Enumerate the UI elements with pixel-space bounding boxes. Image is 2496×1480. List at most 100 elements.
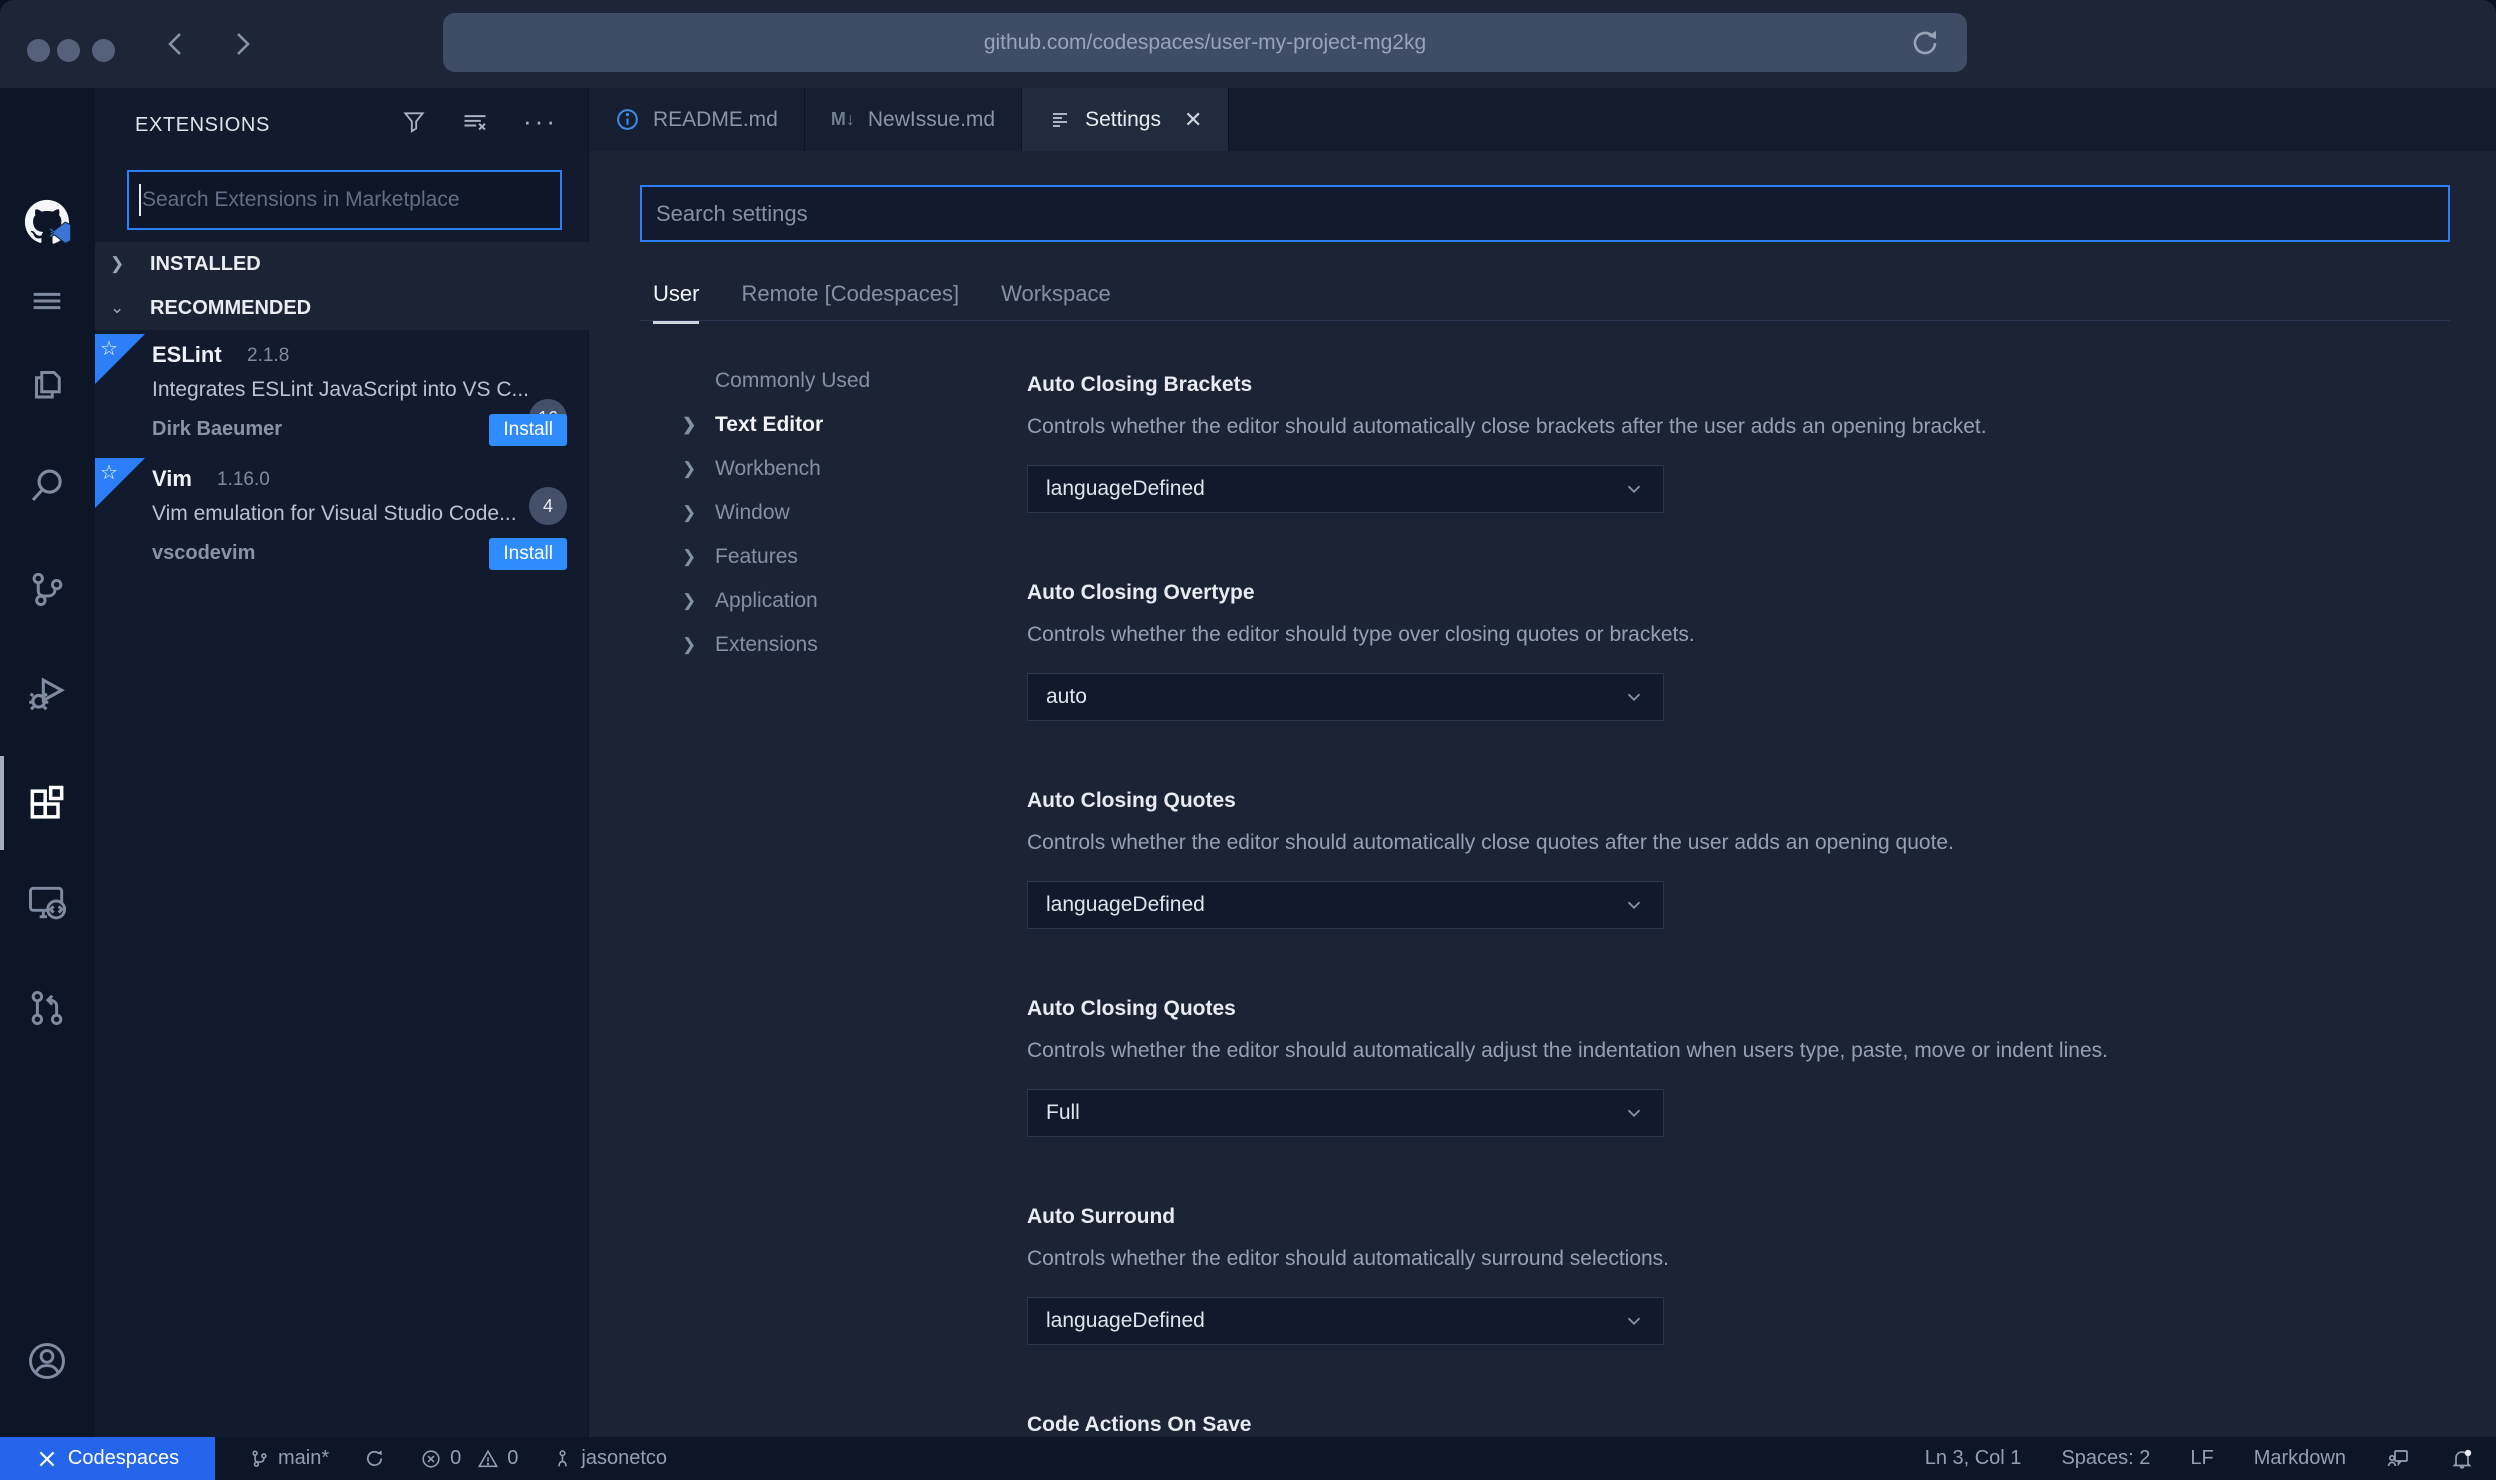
- run-debug-icon[interactable]: [23, 669, 71, 717]
- back-arrow[interactable]: [162, 30, 190, 58]
- text-caret: [139, 184, 141, 216]
- more-actions-icon[interactable]: ···: [523, 106, 558, 137]
- dropdown-value: languageDefined: [1046, 1309, 1205, 1332]
- window-zoom-button[interactable]: [92, 39, 115, 62]
- install-button[interactable]: Install: [489, 538, 567, 570]
- tab-label: NewIssue.md: [867, 107, 996, 131]
- codespaces-status-button[interactable]: Codespaces: [0, 1437, 215, 1480]
- scope-tab-remote[interactable]: Remote [Codespaces]: [741, 281, 959, 324]
- editor-tab-bar: README.md M↓ NewIssue.md Settings ✕: [589, 88, 2496, 151]
- setting-value-dropdown[interactable]: languageDefined: [1027, 1297, 1664, 1345]
- indentation[interactable]: Spaces: 2: [2061, 1447, 2150, 1470]
- extension-item-vim[interactable]: ☆ Vim 1.16.0 Vim emulation for Visual St…: [95, 458, 589, 580]
- codespaces-remote-icon: [39, 1451, 55, 1466]
- sidebar-title: EXTENSIONS: [135, 114, 270, 136]
- account-icon[interactable]: [23, 1337, 71, 1385]
- setting-value-dropdown[interactable]: auto: [1027, 673, 1664, 721]
- setting-entry: Code Actions On Save: [1027, 1409, 2487, 1437]
- extensions-icon[interactable]: [23, 780, 71, 828]
- chevron-right-icon: ❯: [110, 254, 125, 273]
- extension-author: vscodevim: [152, 542, 256, 564]
- feedback-icon[interactable]: [2386, 1447, 2410, 1471]
- chevron-down-icon: [1627, 901, 1641, 910]
- close-icon[interactable]: ✕: [1184, 107, 1202, 133]
- language-mode[interactable]: Markdown: [2254, 1447, 2346, 1470]
- eol-sequence[interactable]: LF: [2190, 1447, 2213, 1470]
- activity-bar: [0, 88, 95, 1480]
- forward-arrow[interactable]: [228, 30, 256, 58]
- clear-list-icon[interactable]: [461, 108, 489, 136]
- markdown-icon: M↓: [830, 109, 855, 129]
- scope-tab-user[interactable]: User: [653, 281, 700, 324]
- extension-name: ESLint: [152, 342, 222, 367]
- star-icon: ☆: [100, 338, 118, 360]
- setting-description: Controls whether the editor should autom…: [1027, 831, 1954, 854]
- toc-features[interactable]: ❯ Features: [682, 540, 982, 574]
- chevron-down-icon: [1627, 693, 1641, 702]
- chevron-down-icon: [1627, 1109, 1641, 1118]
- chevron-right-icon: ❯: [682, 415, 697, 434]
- github-codespaces-logo[interactable]: [23, 198, 71, 246]
- settings-search-input[interactable]: [640, 185, 2450, 242]
- toc-text-editor[interactable]: ❯ Text Editor: [682, 408, 982, 442]
- browser-window: github.com/codespaces/user-my-project-mg…: [0, 0, 2496, 1480]
- setting-value-dropdown[interactable]: languageDefined: [1027, 881, 1664, 929]
- cursor-position[interactable]: Ln 3, Col 1: [1925, 1447, 2022, 1470]
- remote-explorer-icon[interactable]: [23, 879, 71, 927]
- tab-readme[interactable]: README.md: [589, 88, 805, 151]
- menu-hamburger-icon[interactable]: [23, 277, 71, 325]
- extension-author: Dirk Baeumer: [152, 418, 283, 440]
- setting-title: Auto Closing Brackets: [1027, 373, 1253, 396]
- bell-icon[interactable]: [2450, 1447, 2474, 1471]
- scope-tab-workspace[interactable]: Workspace: [1001, 281, 1111, 324]
- error-icon: [422, 1449, 440, 1468]
- setting-value-dropdown[interactable]: Full: [1027, 1089, 1664, 1137]
- url-text: github.com/codespaces/user-my-project-mg…: [983, 30, 1427, 54]
- section-recommended[interactable]: ⌄ RECOMMENDED 4: [95, 286, 589, 525]
- filter-icon[interactable]: [401, 109, 427, 135]
- install-button[interactable]: Install: [489, 414, 567, 446]
- chevron-right-icon: ❯: [682, 459, 697, 478]
- setting-entry: Auto Closing Quotes Controls whether the…: [1027, 785, 2487, 929]
- setting-value-dropdown[interactable]: languageDefined: [1027, 465, 1664, 513]
- tab-settings[interactable]: Settings ✕: [1022, 88, 1230, 151]
- pull-request-icon[interactable]: [23, 984, 71, 1032]
- setting-description: Controls whether the editor should type …: [1027, 623, 1695, 646]
- warning-icon: [478, 1449, 499, 1467]
- tab-newissue[interactable]: M↓ NewIssue.md: [804, 88, 1023, 151]
- settings-scope-tabs: User Remote [Codespaces] Workspace: [653, 281, 1111, 324]
- url-bar[interactable]: github.com/codespaces/user-my-project-mg…: [443, 13, 1967, 72]
- setting-entry: Auto Closing Brackets Controls whether t…: [1027, 369, 2487, 513]
- star-icon: ☆: [100, 462, 118, 484]
- branch-status[interactable]: main*: [249, 1447, 329, 1470]
- active-view-indicator: [0, 756, 4, 850]
- setting-title: Auto Closing Quotes: [1027, 997, 1236, 1020]
- reload-icon[interactable]: [1909, 27, 1941, 59]
- tab-label: Settings: [1085, 107, 1161, 131]
- browser-chrome: github.com/codespaces/user-my-project-mg…: [0, 0, 2496, 88]
- window-close-button[interactable]: [27, 39, 50, 62]
- extension-description: Vim emulation for Visual Studio Code...: [152, 502, 517, 525]
- toc-commonly-used[interactable]: Commonly Used: [682, 364, 982, 398]
- person-icon: [558, 1450, 568, 1467]
- chevron-right-icon: ❯: [682, 503, 697, 522]
- window-minimize-button[interactable]: [57, 39, 80, 62]
- dropdown-value: auto: [1046, 685, 1087, 708]
- sync-button[interactable]: [363, 1447, 386, 1470]
- toc-application[interactable]: ❯ Application: [682, 584, 982, 618]
- extension-version: 2.1.8: [247, 345, 290, 366]
- toc-window[interactable]: ❯ Window: [682, 496, 982, 530]
- section-label: INSTALLED: [150, 252, 261, 275]
- user-status[interactable]: jasonetco: [552, 1447, 667, 1470]
- toc-extensions[interactable]: ❯ Extensions: [682, 628, 982, 662]
- source-control-icon[interactable]: [23, 565, 71, 613]
- dropdown-value: languageDefined: [1046, 893, 1205, 916]
- explorer-files-icon[interactable]: [23, 359, 71, 407]
- section-installed[interactable]: ❯ INSTALLED 16: [95, 242, 589, 437]
- extensions-search-input[interactable]: [127, 170, 562, 230]
- search-icon[interactable]: [23, 462, 71, 510]
- toc-workbench[interactable]: ❯ Workbench: [682, 452, 982, 486]
- extension-item-eslint[interactable]: ☆ ESLint 2.1.8 Integrates ESLint JavaScr…: [95, 334, 589, 456]
- setting-entry: Auto Surround Controls whether the edito…: [1027, 1201, 2487, 1345]
- problems-status[interactable]: 0 0: [420, 1447, 518, 1470]
